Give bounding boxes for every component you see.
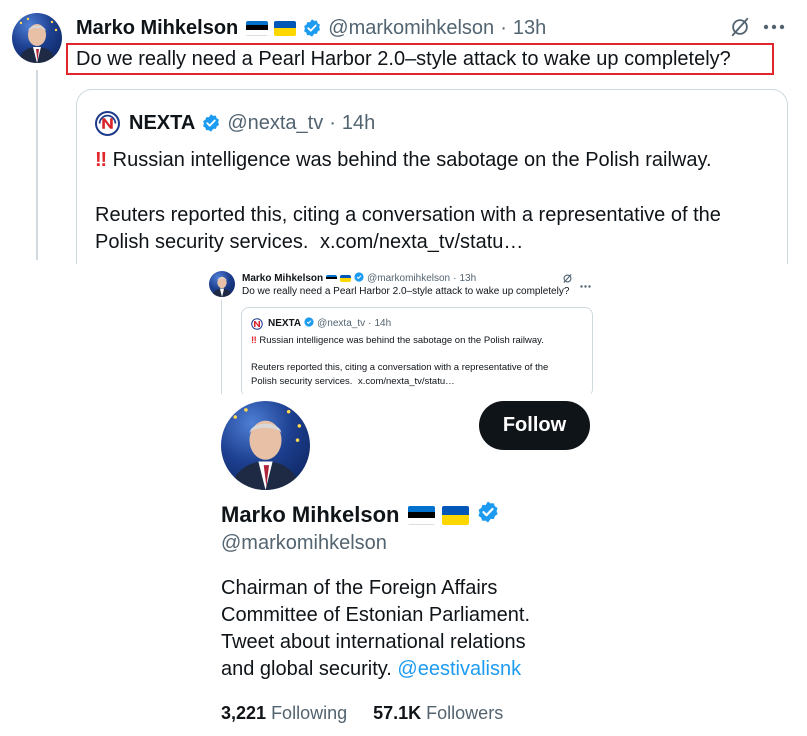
mini-quoted-line-1: ‼ Russian intelligence was behind the sa…: [251, 335, 544, 346]
quoted-text-line-2a: Reuters reported this, citing a conversa…: [95, 204, 721, 226]
quoted-author-handle[interactable]: @nexta_tv: [227, 112, 323, 135]
following-stat[interactable]: 3,221 Following: [221, 703, 347, 724]
quoted-text-line-1: Russian intelligence was behind the sabo…: [112, 149, 712, 171]
double-exclamation-icon: ‼: [95, 149, 108, 171]
following-count: 3,221: [221, 703, 267, 723]
quoted-verified-badge-icon: [201, 113, 221, 133]
mini-double-exclamation-icon: ‼: [251, 335, 257, 346]
mini-quoted-text-line-2b: Polish security services.: [251, 376, 353, 387]
quoted-link[interactable]: x.com/nexta_tv/statu…: [320, 231, 523, 253]
mini-quoted-author-name: NEXTA: [268, 318, 302, 329]
mini-quoted-line-2b: Polish security services. x.com/nexta_tv…: [251, 376, 455, 387]
profile-bio: Chairman of the Foreign Affairs Committe…: [221, 575, 530, 683]
mini-quoted-text-line-1: Russian intelligence was behind the sabo…: [259, 335, 544, 346]
mini-author-handle: @markomihkelson: [367, 272, 451, 284]
mini-estonia-flag-icon: [326, 274, 338, 282]
profile-name-row: Marko Mihkelson: [221, 500, 500, 530]
quoted-time[interactable]: 14h: [342, 112, 375, 135]
quoted-line-2b: Polish security services. x.com/nexta_tv…: [95, 229, 523, 255]
bio-line-4-text: and global security.: [221, 658, 392, 680]
mini-tweet-text: Do we really need a Pearl Harbor 2.0–sty…: [242, 286, 570, 297]
quoted-line-1: ‼ Russian intelligence was behind the sa…: [95, 147, 712, 173]
bio-line-2: Committee of Estonian Parliament.: [221, 604, 531, 626]
profile-name[interactable]: Marko Mihkelson: [221, 502, 399, 528]
mini-quoted-header: NEXTA @nexta_tv · 14h: [268, 317, 391, 330]
tweet-time[interactable]: 13h: [513, 17, 546, 40]
thread-line: [36, 70, 38, 260]
mini-quoted-time: 14h: [374, 318, 392, 329]
mini-tweet-header: Marko Mihkelson @markomihkelson · 13h: [242, 271, 476, 285]
bio-mention-link[interactable]: @eestivalisnk: [397, 658, 521, 680]
bio-line-4: and global security. @eestivalisnk: [221, 656, 530, 683]
mini-thread-line: [221, 300, 222, 394]
bio-line-3: Tweet about international relations: [221, 631, 526, 653]
ukraine-flag-icon: [274, 20, 297, 36]
author-handle[interactable]: @markomihkelson: [328, 17, 494, 40]
followers-stat[interactable]: 57.1K Followers: [373, 703, 503, 724]
mini-nexta-logo-icon: [251, 317, 263, 335]
more-horizontal-icon[interactable]: [760, 14, 788, 40]
dot-separator: ·: [500, 16, 507, 39]
mini-author-name: Marko Mihkelson: [242, 272, 324, 284]
profile-stats: 3,221 Following 57.1K Followers: [221, 703, 503, 724]
quoted-header: NEXTA @nexta_tv · 14h: [129, 110, 375, 136]
verified-badge-icon: [302, 18, 322, 38]
author-name[interactable]: Marko Mihkelson: [76, 17, 238, 40]
grok-slash-icon[interactable]: [727, 14, 753, 40]
nexta-logo-icon: [95, 111, 120, 136]
tweet-text: Do we really need a Pearl Harbor 2.0–sty…: [76, 48, 731, 70]
following-label: Following: [271, 703, 348, 723]
author-avatar[interactable]: [12, 13, 62, 63]
profile-ukraine-flag-icon: [442, 505, 470, 525]
quoted-text-line-2b: Polish security services.: [95, 231, 309, 253]
follow-button[interactable]: Follow: [479, 401, 590, 450]
profile-estonia-flag-icon: [408, 505, 436, 525]
mini-author-avatar: [209, 271, 235, 297]
mini-ukraine-flag-icon: [340, 274, 352, 282]
mini-verified-badge-icon: [354, 271, 364, 285]
mini-quoted-author-handle: @nexta_tv: [317, 318, 366, 329]
profile-handle[interactable]: @markomihkelson: [221, 532, 387, 555]
mini-quoted-verified-badge-icon: [304, 317, 314, 330]
mini-dot-separator: ·: [453, 272, 457, 284]
followers-count: 57.1K: [373, 703, 422, 723]
tweet-header: Marko Mihkelson @markomihkelson · 13h: [76, 13, 546, 43]
quoted-author-name[interactable]: NEXTA: [129, 112, 195, 135]
mini-more-horizontal-icon: [580, 275, 591, 293]
mini-tweet-time: 13h: [459, 272, 477, 284]
mini-quoted-dot: ·: [368, 318, 372, 329]
profile-verified-badge-icon: [476, 500, 500, 530]
estonia-flag-icon: [246, 20, 269, 36]
mini-quoted-link: x.com/nexta_tv/statu…: [358, 376, 455, 387]
followers-label: Followers: [426, 703, 504, 723]
bio-line-1: Chairman of the Foreign Affairs: [221, 577, 498, 599]
mini-quoted-text-line-2a: Reuters reported this, citing a conversa…: [251, 362, 549, 373]
embedded-screenshot: Marko Mihkelson @markomihkelson · 13h Do…: [206, 266, 607, 394]
profile-avatar[interactable]: [221, 401, 310, 490]
quoted-dot-separator: ·: [329, 111, 336, 134]
